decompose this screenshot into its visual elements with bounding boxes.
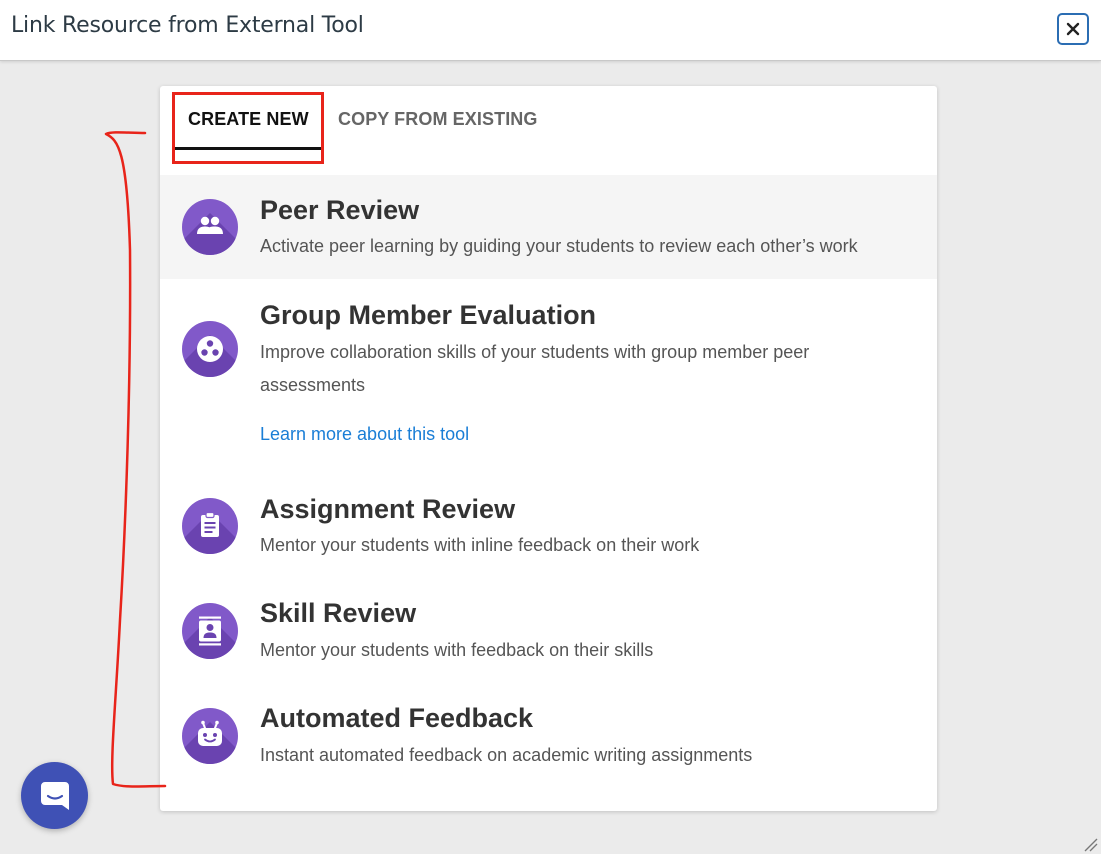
tool-item-group-member-evaluation[interactable]: Group Member Evaluation Improve collabor… <box>160 280 937 475</box>
tab-create-new[interactable]: CREATE NEW <box>188 109 309 130</box>
tool-title: Peer Review <box>260 195 420 225</box>
robot-icon <box>182 708 238 764</box>
group-dots-icon <box>182 321 238 377</box>
tool-title: Skill Review <box>260 598 417 628</box>
chat-bubble-icon <box>40 781 69 810</box>
active-tab-indicator <box>173 147 322 150</box>
dialog-title: Link Resource from External Tool <box>11 13 364 38</box>
contact-card-icon <box>182 603 238 659</box>
tool-item-automated-feedback[interactable]: Automated Feedback Instant automated fee… <box>160 685 937 785</box>
close-icon <box>1066 22 1080 36</box>
learn-more-link[interactable]: Learn more about this tool <box>260 424 469 445</box>
close-button[interactable] <box>1057 13 1089 45</box>
people-icon <box>182 199 238 255</box>
tool-title: Group Member Evaluation <box>260 300 597 330</box>
tool-description: Activate peer learning by guiding your s… <box>260 236 858 256</box>
tool-description: Mentor your students with feedback on th… <box>260 640 654 660</box>
chat-launcher-button[interactable] <box>21 762 88 829</box>
tool-title: Assignment Review <box>260 494 516 524</box>
tool-item-assignment-review[interactable]: Assignment Review Mentor your students w… <box>160 476 937 576</box>
tool-item-peer-review[interactable]: Peer Review Activate peer learning by gu… <box>160 175 937 279</box>
tool-description: Mentor your students with inline feedbac… <box>260 535 700 555</box>
tool-description: Instant automated feedback on academic w… <box>260 745 753 765</box>
tab-copy-from-existing[interactable]: COPY FROM EXISTING <box>338 109 538 130</box>
tool-title: Automated Feedback <box>260 703 534 733</box>
resize-grip-icon[interactable] <box>1082 836 1098 852</box>
dialog-header: Link Resource from External Tool <box>0 0 1101 61</box>
tool-description: Improve collaboration skills of your stu… <box>260 342 810 395</box>
tool-item-skill-review[interactable]: Skill Review Mentor your students with f… <box>160 580 937 682</box>
clipboard-icon <box>182 498 238 554</box>
